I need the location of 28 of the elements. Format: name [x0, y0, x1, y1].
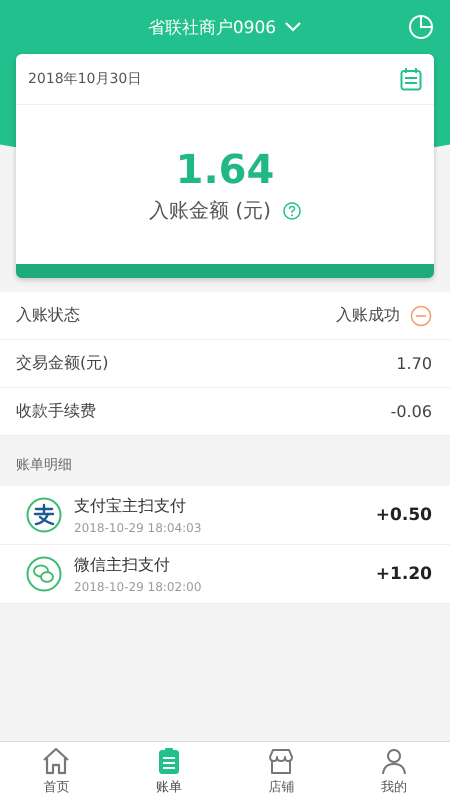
nav-tab[interactable]: 账单 [112, 742, 225, 800]
pie-chart-icon[interactable] [408, 14, 434, 40]
home-icon [41, 746, 72, 776]
detail-label: 入账状态 [16, 305, 80, 326]
nav-tab[interactable]: 我的 [338, 742, 450, 800]
detail-label: 收款手续费 [16, 401, 96, 422]
date-label: 2018年10月30日 [28, 70, 142, 88]
detail-value: 入账成功 [336, 305, 400, 326]
transaction-time: 2018-10-29 18:02:00 [74, 580, 202, 594]
nav-tab[interactable]: 店铺 [225, 742, 338, 800]
alipay-icon [26, 497, 62, 533]
nav-tab[interactable]: 首页 [0, 742, 112, 800]
calendar-icon[interactable] [400, 67, 422, 91]
transaction-amount: +1.20 [376, 564, 432, 584]
detail-label: 交易金额(元) [16, 353, 108, 374]
detail-value: -0.06 [390, 402, 432, 421]
chat-bubbles-icon [26, 556, 62, 592]
transaction-title: 支付宝主扫支付 [74, 496, 187, 516]
transaction-amount: +0.50 [376, 505, 432, 525]
transaction-title: 微信主扫支付 [74, 554, 171, 576]
chevron-down-icon [284, 21, 302, 33]
minus-circle-icon [410, 304, 432, 326]
transaction-time: 2018-10-29 18:04:03 [74, 520, 202, 534]
income-amount: 1.64 [176, 147, 274, 193]
help-icon[interactable] [282, 202, 301, 220]
detail-value: 1.70 [396, 354, 432, 373]
section-title: 账单明细 [16, 457, 72, 473]
income-label: 入账金额 (元) [149, 197, 271, 224]
